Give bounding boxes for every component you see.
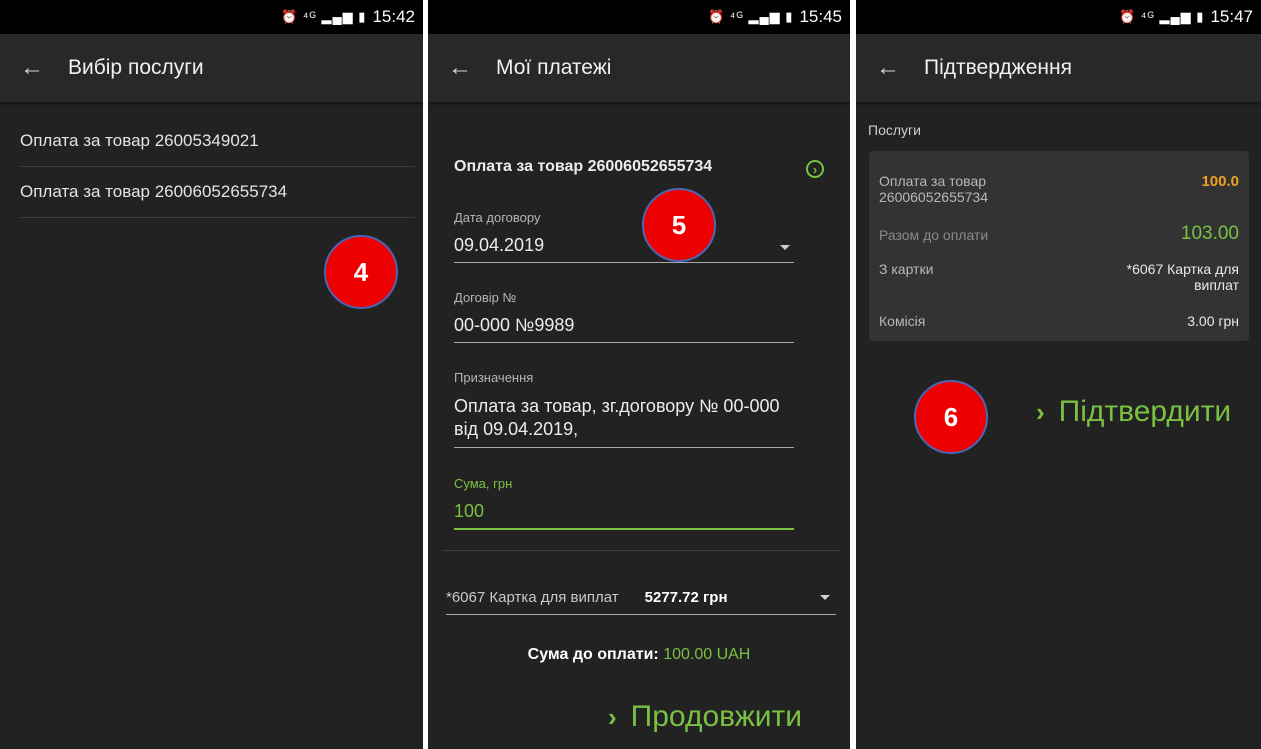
field-label: Призначення — [454, 370, 534, 385]
service-amount: 100.0 — [1201, 173, 1239, 190]
dropdown-arrow-icon[interactable] — [820, 595, 830, 600]
app-bar: ← Мої платежі — [428, 34, 850, 102]
my-payments-screen: ⏰ ⁴ᴳ ▂▄▆ ▮ 15:45 ← Мої платежі Оплата за… — [428, 0, 850, 749]
service-item[interactable]: Оплата за товар 26006052655734 — [20, 167, 415, 218]
service-item[interactable]: Оплата за товар 26005349021 — [20, 116, 415, 167]
divider — [442, 550, 840, 551]
status-time: 15:45 — [799, 7, 842, 26]
total-label: Сума до оплати: — [527, 646, 659, 663]
app-bar: ← Підтвердження — [856, 34, 1261, 102]
status-icons: ⏰ ⁴ᴳ ▂▄▆ ▮ — [708, 9, 794, 24]
chevron-right-icon: › — [1036, 396, 1045, 427]
confirm-label: Підтвердити — [1058, 395, 1232, 428]
card-name: *6067 Картка для виплат — [446, 588, 619, 606]
status-time: 15:47 — [1210, 7, 1253, 26]
status-bar: ⏰ ⁴ᴳ ▂▄▆ ▮ 15:45 — [428, 0, 850, 34]
card-balance: 5277.72 грн — [644, 588, 728, 606]
payment-summary-card: Оплата за товар 26006052655734 100.0 Раз… — [869, 151, 1249, 341]
step-badge: 4 — [324, 235, 398, 309]
service-list: Оплата за товар 26005349021 Оплата за то… — [0, 102, 423, 218]
chevron-right-circle-icon[interactable]: › — [806, 160, 824, 178]
card-value: *6067 Картка для виплат — [1126, 261, 1239, 293]
fee-row: Комісія 3.00 грн — [879, 313, 1239, 329]
contract-number-field[interactable]: Договір № 00-000 №9989 — [454, 290, 794, 343]
app-bar: ← Вибір послуги — [0, 34, 423, 102]
contract-date-field[interactable]: Дата договору 09.04.2019 — [454, 210, 794, 263]
purpose-input[interactable]: Оплата за товар, зг.договору № 00-000 ві… — [454, 395, 794, 448]
continue-button[interactable]: › Продовжити — [608, 700, 802, 734]
payment-title: Оплата за товар 26006052655734 — [454, 158, 713, 175]
contract-number-input[interactable]: 00-000 №9989 — [454, 315, 794, 343]
purpose-field[interactable]: Призначення Оплата за товар, зг.договору… — [454, 370, 794, 448]
amount-field[interactable]: Сума, грн 100 — [454, 476, 794, 530]
status-time: 15:42 — [372, 7, 415, 26]
page-title: Підтвердження — [924, 56, 1072, 79]
service-name: Оплата за товар 26006052655734 — [879, 173, 989, 205]
back-arrow-icon[interactable]: ← — [20, 54, 44, 82]
continue-label: Продовжити — [630, 700, 803, 733]
confirm-button[interactable]: › Підтвердити — [1036, 395, 1231, 429]
field-label: Дата договору — [454, 210, 541, 225]
back-arrow-icon[interactable]: ← — [876, 54, 900, 82]
card-row: З картки *6067 Картка для виплат — [879, 261, 1239, 293]
confirmation-screen: ⏰ ⁴ᴳ ▂▄▆ ▮ 15:47 ← Підтвердження Послуги… — [856, 0, 1261, 749]
dropdown-arrow-icon[interactable] — [780, 245, 790, 250]
total-label: Разом до оплати — [879, 227, 989, 243]
fee-label: Комісія — [879, 313, 926, 329]
field-label: Сума, грн — [454, 476, 513, 491]
total-value: 100.00 UAH — [663, 646, 751, 663]
card-selector[interactable]: *6067 Картка для виплат 5277.72 грн — [446, 580, 836, 615]
field-label: Договір № — [454, 290, 517, 305]
fee-value: 3.00 грн — [1187, 313, 1239, 329]
total-row: Разом до оплати 103.00 — [879, 223, 1239, 245]
back-arrow-icon[interactable]: ← — [448, 54, 472, 82]
status-icons: ⏰ ⁴ᴳ ▂▄▆ ▮ — [281, 9, 367, 24]
card-label: З картки — [879, 261, 934, 277]
amount-input[interactable]: 100 — [454, 501, 794, 530]
step-badge: 6 — [914, 380, 988, 454]
section-label: Послуги — [868, 122, 921, 138]
field-value[interactable]: 09.04.2019 — [454, 235, 794, 263]
status-bar: ⏰ ⁴ᴳ ▂▄▆ ▮ 15:42 — [0, 0, 423, 34]
page-title: Мої платежі — [496, 56, 612, 79]
page-title: Вибір послуги — [68, 56, 204, 79]
service-row: Оплата за товар 26006052655734 100.0 — [879, 173, 1239, 205]
status-bar: ⏰ ⁴ᴳ ▂▄▆ ▮ 15:47 — [856, 0, 1261, 34]
contract-date-value: 09.04.2019 — [454, 235, 545, 255]
service-select-screen: ⏰ ⁴ᴳ ▂▄▆ ▮ 15:42 ← Вибір послуги Оплата … — [0, 0, 423, 749]
total-value: 103.00 — [1180, 223, 1239, 244]
status-icons: ⏰ ⁴ᴳ ▂▄▆ ▮ — [1119, 9, 1205, 24]
chevron-right-icon: › — [608, 701, 617, 732]
total-line: Сума до оплати: 100.00 UAH — [428, 646, 850, 664]
